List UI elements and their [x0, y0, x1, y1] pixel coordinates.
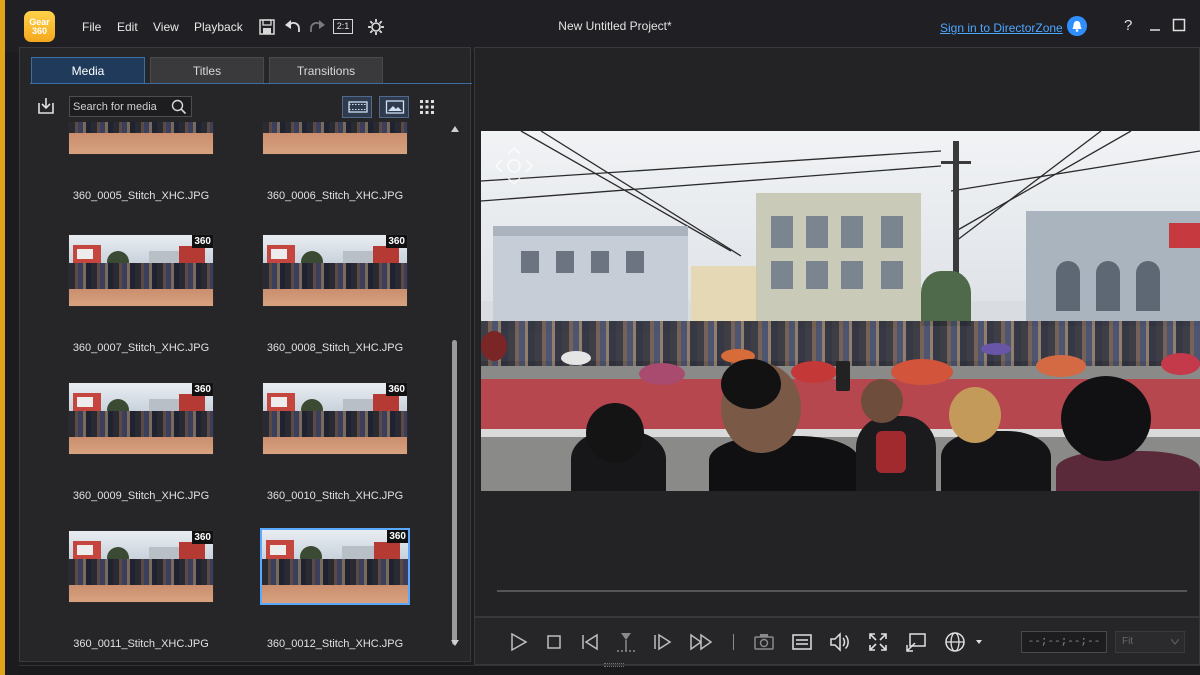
tab-divider — [30, 83, 472, 84]
360-badge: 360 — [192, 383, 213, 396]
media-item[interactable]: 360 360_0010_Stitch_XHC.JPG — [251, 382, 411, 527]
media-thumbnail: 360 — [68, 382, 214, 455]
360-navigation-icon[interactable] — [493, 145, 535, 187]
fullscreen-button[interactable] — [867, 631, 889, 653]
zoom-value: Fit — [1122, 636, 1134, 647]
scroll-down-arrow-icon[interactable] — [450, 638, 460, 648]
media-item[interactable]: 360 360_0009_Stitch_XHC.JPG — [57, 382, 217, 527]
volume-icon — [830, 632, 849, 652]
360-badge: 360 — [192, 235, 213, 248]
play-button[interactable] — [507, 631, 529, 653]
play-icon — [511, 632, 528, 652]
media-filename: 360_0011_Stitch_XHC.JPG — [73, 638, 209, 650]
media-filename: 360_0006_Stitch_XHC.JPG — [266, 190, 404, 202]
fast-forward-button[interactable] — [689, 631, 715, 653]
media-library-panel: Media Titles Transitions Search for medi… — [19, 47, 472, 662]
previous-frame-button[interactable] — [579, 631, 601, 653]
media-filename: 360_0008_Stitch_XHC.JPG — [266, 342, 404, 354]
menu-file[interactable]: File — [82, 0, 101, 52]
media-item[interactable]: 360_0005_Stitch_XHC.JPG — [57, 122, 217, 227]
volume-button[interactable] — [829, 631, 851, 653]
subtitles-button[interactable] — [791, 631, 813, 653]
controls-divider — [733, 634, 734, 650]
grid-view-icon[interactable] — [419, 99, 435, 115]
tab-titles[interactable]: Titles — [150, 57, 264, 84]
chevron-down-icon — [1171, 639, 1179, 645]
external-display-button[interactable] — [905, 631, 927, 653]
search-input[interactable] — [73, 99, 171, 114]
tab-media[interactable]: Media — [31, 57, 145, 84]
media-thumbnail: 360 — [260, 528, 410, 605]
360-view-icon — [945, 632, 982, 652]
menu-edit[interactable]: Edit — [117, 0, 138, 52]
snapshot-button[interactable] — [753, 631, 775, 653]
minimize-icon[interactable] — [1148, 18, 1162, 32]
project-title: New Untitled Project* — [558, 19, 672, 33]
help-button[interactable]: ? — [1124, 17, 1132, 34]
media-filename: 360_0005_Stitch_XHC.JPG — [72, 190, 210, 202]
notification-bell-icon[interactable] — [1067, 16, 1087, 36]
fullscreen-icon — [869, 633, 887, 651]
subtitles-icon — [792, 634, 812, 650]
media-filename: 360_0012_Stitch_XHC.JPG — [266, 638, 404, 650]
aspect-ratio-icon[interactable]: 2:1 — [333, 19, 353, 34]
title-bar: Gear 360 File Edit View Playback 2:1 New… — [0, 0, 1200, 52]
app-logo: Gear 360 — [24, 11, 55, 42]
fast-forward-icon — [690, 633, 713, 651]
search-box[interactable] — [69, 96, 192, 117]
previous-frame-icon — [582, 633, 598, 651]
save-icon[interactable] — [258, 18, 276, 36]
undo-icon[interactable] — [284, 18, 302, 36]
zoom-select[interactable]: Fit — [1115, 631, 1185, 653]
media-thumbnail — [68, 122, 214, 155]
stop-button[interactable] — [543, 631, 565, 653]
maximize-icon[interactable] — [1172, 18, 1186, 32]
view-filmstrip-button[interactable] — [342, 96, 372, 118]
media-thumbnail — [262, 122, 408, 155]
tab-transitions[interactable]: Transitions — [269, 57, 383, 84]
360-badge: 360 — [386, 235, 407, 248]
360-badge: 360 — [192, 531, 213, 544]
split-icon — [617, 633, 635, 652]
media-filename: 360_0009_Stitch_XHC.JPG — [72, 490, 210, 502]
media-thumbnail: 360 — [262, 234, 408, 307]
snapshot-icon — [754, 634, 774, 650]
settings-icon[interactable] — [367, 18, 385, 36]
menu-view[interactable]: View — [153, 0, 179, 52]
media-filename: 360_0010_Stitch_XHC.JPG — [266, 490, 404, 502]
redo-icon[interactable] — [308, 18, 326, 36]
media-filename: 360_0007_Stitch_XHC.JPG — [72, 342, 210, 354]
timecode-display[interactable]: --;--;--;-- — [1021, 631, 1107, 653]
media-item[interactable]: 360_0006_Stitch_XHC.JPG — [251, 122, 411, 227]
playback-progress-bar[interactable] — [497, 590, 1187, 592]
stop-icon — [547, 635, 561, 649]
next-frame-button[interactable] — [651, 631, 673, 653]
360-badge: 360 — [387, 530, 408, 543]
360-view-dropdown[interactable] — [944, 631, 984, 653]
view-image-button[interactable] — [379, 96, 409, 118]
next-frame-icon — [654, 633, 672, 651]
media-thumbnail: 360 — [68, 234, 214, 307]
menu-playback[interactable]: Playback — [194, 0, 243, 52]
import-media-icon[interactable] — [37, 97, 55, 115]
media-thumbnail: 360 — [262, 382, 408, 455]
app-accent-strip — [0, 0, 5, 675]
media-grid: 360_0005_Stitch_XHC.JPG 360_0006_Stitch_… — [28, 122, 448, 657]
search-icon[interactable] — [171, 99, 187, 115]
media-item[interactable]: 360 360_0007_Stitch_XHC.JPG — [57, 234, 217, 379]
scrollbar-thumb[interactable] — [452, 340, 457, 645]
split-button[interactable] — [615, 631, 637, 653]
media-thumbnail: 360 — [68, 530, 214, 603]
external-display-icon — [906, 633, 926, 652]
media-item-selected[interactable]: 360 360_0012_Stitch_XHC.JPG — [251, 528, 411, 657]
360-badge: 360 — [386, 383, 407, 396]
filmstrip-icon — [348, 101, 368, 113]
media-item[interactable]: 360 360_0011_Stitch_XHC.JPG — [57, 530, 217, 657]
panel-resize-grip[interactable] — [604, 663, 624, 667]
signin-link[interactable]: Sign in to DirectorZone — [940, 21, 1063, 35]
scroll-up-arrow-icon[interactable] — [450, 124, 460, 134]
image-icon — [385, 100, 405, 114]
media-item[interactable]: 360 360_0008_Stitch_XHC.JPG — [251, 234, 411, 379]
video-preview[interactable] — [481, 131, 1200, 491]
